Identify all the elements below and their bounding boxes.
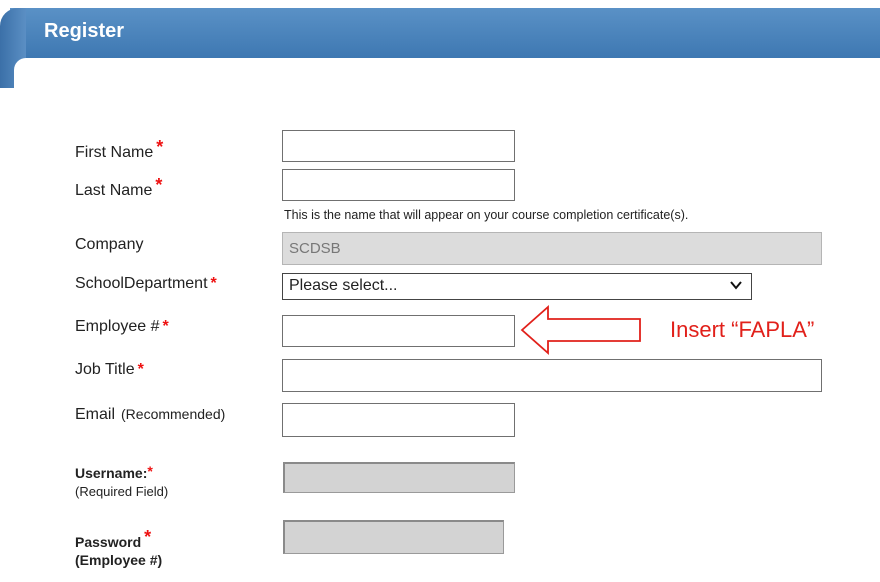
required-mark: * [162,318,169,335]
username-label-text: Username: [75,465,148,481]
first-name-label: First Name * [75,137,163,162]
email-label-text: Email [75,406,116,423]
job-title-input[interactable] [282,359,822,392]
required-mark: * [147,463,153,479]
company-input [282,232,822,265]
username-input [283,462,515,493]
password-label: Password * (Employee #) [75,528,162,569]
first-name-label-text: First Name [75,144,154,161]
username-label: Username:* (Required Field) [75,462,168,501]
company-label: Company [75,236,144,253]
school-department-label-text: SchoolDepartment [75,275,208,292]
required-mark: * [156,137,164,157]
password-label-text: Password [75,534,142,550]
page-title: Register [44,20,125,42]
name-hint: This is the name that will appear on you… [284,208,689,222]
email-recommended-note: (Recommended) [121,406,226,422]
header-bar [10,8,880,58]
required-mark: * [137,361,144,378]
password-input [283,520,504,554]
job-title-label: Job Title * [75,361,144,379]
required-mark: * [210,275,217,292]
required-mark: * [155,175,163,195]
password-sub-label: (Employee #) [75,552,163,568]
email-label: Email (Recommended) [75,406,225,424]
school-department-label: SchoolDepartment * [75,275,217,293]
header-tab-cutout [14,58,26,88]
last-name-label-text: Last Name [75,182,153,199]
employee-label-text: Employee # [75,318,160,335]
job-title-label-text: Job Title [75,361,135,378]
first-name-input[interactable] [282,130,515,162]
school-department-selected: Please select... [289,277,398,294]
school-department-select[interactable]: Please select... [282,273,752,300]
employee-label: Employee # * [75,318,169,336]
required-mark: * [144,527,152,547]
email-input[interactable] [282,403,515,437]
employee-number-input[interactable] [282,315,515,347]
last-name-input[interactable] [282,169,515,201]
chevron-down-icon [730,281,742,290]
annotation-text: Insert “FAPLA” [670,317,815,342]
username-sub-label: (Required Field) [75,484,169,499]
last-name-label: Last Name * [75,175,162,200]
arrow-left-icon [520,305,641,355]
